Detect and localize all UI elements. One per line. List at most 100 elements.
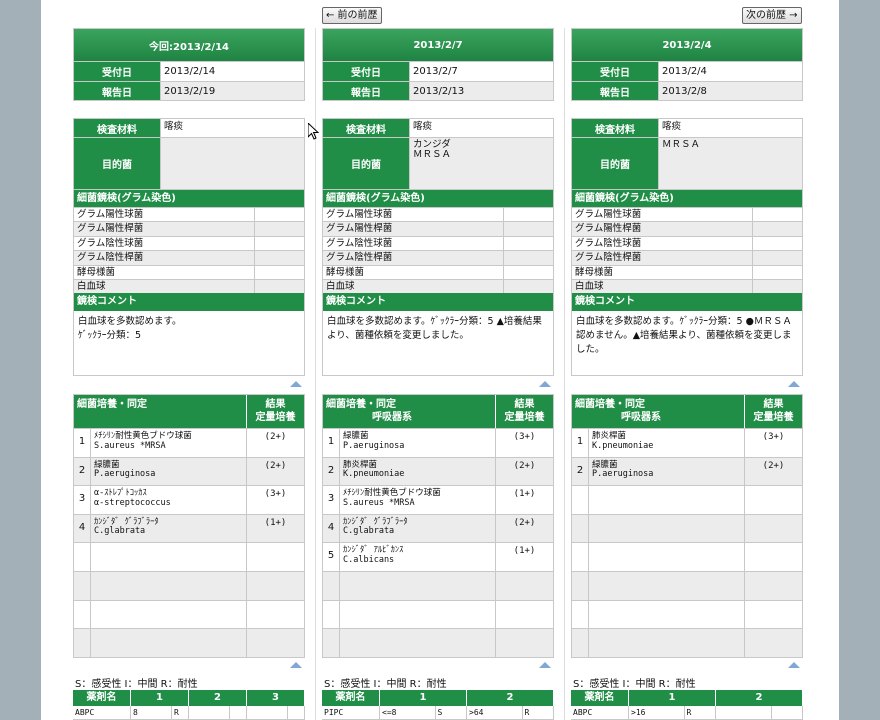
gram-row: グラム陽性桿菌 [572, 221, 802, 236]
drug-table: 薬剤名 1 2 PIPC <=8 S >64 R [322, 690, 554, 720]
gram-row: グラム陰性球菌 [74, 235, 304, 251]
gram-row: 酵母様菌 [323, 264, 553, 279]
gram-row: 白血球 [572, 278, 802, 294]
culture-row: 3 α-ｽﾄﾚﾌﾟﾄｺｯｶｽ α-streptococcus (3+) [74, 485, 304, 514]
susceptibility-legend: S：感受性 I：中間 R：耐性 [324, 679, 447, 690]
collapse-up-icon[interactable] [788, 381, 800, 387]
culture-row [74, 542, 304, 571]
drug-name: ABPC [73, 706, 131, 719]
organism-cell: α-ｽﾄﾚﾌﾟﾄｺｯｶｽ α-streptococcus [91, 486, 247, 514]
prev-history-button[interactable]: ← 前の前歴 [322, 7, 382, 24]
organism-quantity [247, 543, 304, 571]
reception-date-label: 受付日 [323, 62, 410, 81]
material-label: 検査材料 [323, 119, 410, 137]
organism-number: 1 [323, 429, 340, 457]
material-value: 喀痰 [164, 121, 184, 132]
collapse-up-icon[interactable] [539, 381, 551, 387]
collapse-up-icon[interactable] [290, 381, 302, 387]
reception-date-value: 2013/2/4 [662, 66, 707, 77]
gram-row-value [255, 237, 304, 250]
gram-stain-title: 細菌鏡検(グラム染色) [74, 189, 304, 207]
organism-quantity [745, 601, 802, 629]
organism-cell [91, 629, 247, 657]
gram-row-value [255, 280, 304, 293]
drug-cell [230, 706, 247, 719]
organism-cell [91, 543, 247, 571]
material-label: 検査材料 [74, 119, 161, 137]
date-header: 2013/2/7 [323, 29, 553, 61]
report-date-label: 報告日 [323, 82, 410, 100]
gram-row-label: グラム陽性球菌 [323, 208, 504, 222]
report-date-label: 報告日 [572, 82, 659, 100]
reception-date-value: 2013/2/7 [413, 66, 458, 77]
gram-row-label: グラム陰性桿菌 [323, 251, 504, 265]
target-value: カンジダ ＭＲＳＡ [410, 138, 553, 189]
reception-date-value: 2013/2/14 [164, 66, 216, 77]
organism-cell: 肺炎桿菌 K.pneumoniae [589, 429, 745, 457]
reception-date-label: 受付日 [572, 62, 659, 81]
collapse-up-icon[interactable] [290, 662, 302, 668]
organism-scientific: C.albicans [343, 554, 395, 565]
organism-scientific: P.aeruginosa [343, 440, 405, 451]
drug-name-header: 薬剤名 [571, 690, 629, 706]
organism-cell: 緑膿菌 P.aeruginosa [340, 429, 496, 457]
organism-cell: ｶﾝｼﾞﾀﾞ ｸﾞﾗﾌﾞﾗｰﾀ C.glabrata [91, 514, 247, 543]
organism-number [572, 514, 589, 543]
quant-label: 定量培養 [753, 412, 794, 423]
gram-row-value [504, 237, 553, 250]
organism-scientific: S.aureus *MRSA [94, 440, 166, 451]
organism-number: 1 [572, 429, 589, 457]
drug-header: 薬剤名 1 2 3 [73, 690, 305, 706]
drug-cell: S [436, 706, 467, 719]
organism-number: 5 [323, 543, 340, 571]
organism-cell [589, 543, 745, 571]
organism-number [74, 629, 91, 657]
gram-row: 酵母様菌 [572, 264, 802, 279]
drug-col-header: 3 [247, 690, 305, 706]
gram-row: 白血球 [74, 278, 304, 294]
drug-name: PIPC [322, 706, 380, 719]
specimen-table: 検査材料 喀痰 目的菌 カンジダ ＭＲＳＡ 細菌鏡検(グラム染色) グラム陽性球菌 グラム陽… [322, 118, 554, 377]
organism-cell [91, 600, 247, 629]
organism-quantity [247, 601, 304, 629]
target-row: 目的菌 カンジダ ＭＲＳＡ [323, 137, 553, 189]
gram-row-label: グラム陽性球菌 [74, 208, 255, 222]
organism-cell: 緑膿菌 P.aeruginosa [91, 457, 247, 486]
specimen-table: 検査材料 喀痰 目的菌 ＭＲＳＡ 細菌鏡検(グラム染色) グラム陽性球菌 グラム陽性桿菌 グラ… [571, 118, 803, 377]
culture-header: 細菌培養・同定 呼吸器系 結果 定量培養 [323, 395, 553, 428]
gram-row-value [255, 266, 304, 279]
organism-quantity [745, 543, 802, 571]
gram-row: グラム陰性桿菌 [323, 250, 553, 265]
result-label: 結果 [514, 399, 535, 410]
comment-title: 鏡検コメント [323, 293, 553, 312]
susceptibility-legend: S：感受性 I：中間 R：耐性 [75, 679, 198, 690]
gram-row-value [753, 222, 802, 235]
organism-scientific: α-streptococcus [94, 497, 171, 508]
gram-row-value [504, 208, 553, 221]
date-header: 2013/2/4 [572, 29, 802, 61]
drug-col-header: 1 [131, 690, 189, 706]
next-history-button[interactable]: 次の前歴 → [742, 7, 802, 24]
organism-cell: ﾒﾁｼﾘﾝ耐性黄色ブドウ球菌 S.aureus *MRSA [340, 486, 496, 514]
gram-row: グラム陽性桿菌 [74, 221, 304, 236]
gram-row-label: グラム陽性球菌 [572, 208, 753, 222]
report-date-value: 2013/2/19 [164, 86, 216, 97]
report-date-value: 2013/2/13 [413, 86, 465, 97]
drug-cell: >64 [467, 706, 523, 719]
organism-number [572, 571, 589, 600]
gram-row: グラム陰性桿菌 [572, 250, 802, 265]
organism-quantity [745, 629, 802, 657]
gram-row: グラム陰性桿菌 [74, 250, 304, 265]
drug-cell: <=8 [380, 706, 436, 719]
organism-quantity [247, 629, 304, 657]
organism-quantity: (2+) [264, 432, 287, 442]
collapse-up-icon[interactable] [788, 662, 800, 668]
collapse-up-icon[interactable] [539, 662, 551, 668]
drug-col-header: 1 [380, 690, 467, 706]
report-date-label: 報告日 [74, 82, 161, 100]
organism-cell [340, 629, 496, 657]
organism-cell [589, 600, 745, 629]
culture-row: 4 ｶﾝｼﾞﾀﾞ ｸﾞﾗﾌﾞﾗｰﾀ C.glabrata (2+) [323, 513, 553, 543]
gram-row-label: グラム陰性桿菌 [74, 251, 255, 265]
culture-subtitle: 呼吸器系 [621, 412, 661, 423]
